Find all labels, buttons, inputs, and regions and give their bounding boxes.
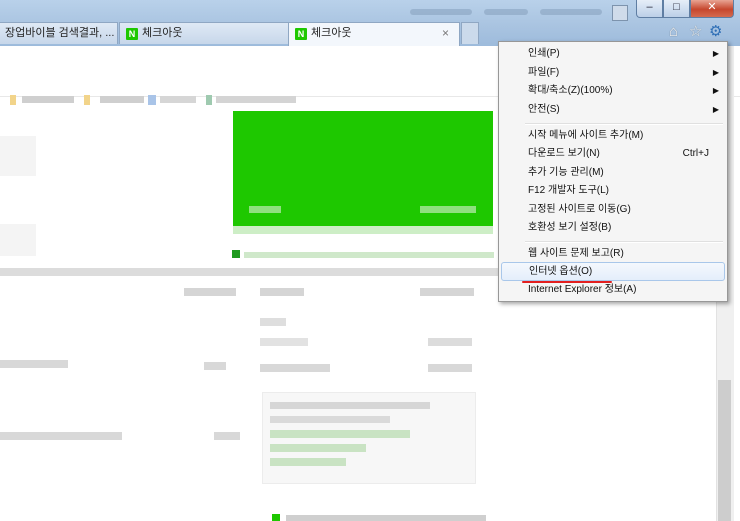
- blurred-text: [260, 338, 308, 346]
- menu-item-manage-addons[interactable]: 추가 기능 관리(M): [501, 163, 725, 182]
- blurred-text: [100, 96, 144, 103]
- favorites-star-icon[interactable]: ☆: [689, 24, 702, 40]
- blurred-element: [148, 95, 156, 105]
- shortcut-label: Ctrl+J: [682, 148, 709, 159]
- menu-item-label: 다운로드 보기(N): [528, 148, 600, 159]
- menu-separator: [525, 123, 723, 125]
- tab-checkout-active[interactable]: N 체크아웃 ×: [288, 22, 460, 46]
- blurred-text: [270, 416, 390, 423]
- submenu-arrow-icon: ▶: [712, 86, 719, 95]
- blurred-element: [84, 95, 90, 105]
- menu-item-pinned-sites[interactable]: 고정된 사이트로 이동(G): [501, 200, 725, 219]
- red-underline-annotation: [522, 281, 612, 283]
- tab-search-results[interactable]: 장업바이블 검색결과, ...: [0, 22, 118, 44]
- blurred-element: [206, 95, 212, 105]
- blurred-titlebar-text: [540, 9, 602, 15]
- menu-separator: [525, 241, 723, 243]
- tools-menu: 인쇄(P) ▶ 파일(F) ▶ 확대/축소(Z)(100%) ▶ 안전(S) ▶ 시작 …: [498, 41, 728, 302]
- naver-n-icon: N: [126, 28, 138, 40]
- blurred-block: [0, 224, 36, 256]
- green-banner-shadow: [233, 226, 493, 234]
- blurred-element: [232, 250, 240, 258]
- menu-item-label: 고정된 사이트로 이동(G): [528, 204, 631, 215]
- blurred-text: [214, 432, 240, 440]
- blurred-text: [184, 288, 236, 296]
- tab-label: 체크아웃: [311, 27, 352, 39]
- home-icon[interactable]: ⌂: [669, 24, 678, 40]
- blurred-text: [428, 364, 472, 372]
- blurred-text: [260, 288, 304, 296]
- menu-item-zoom[interactable]: 확대/축소(Z)(100%) ▶: [501, 81, 725, 100]
- blurred-text: [270, 402, 430, 409]
- menu-item-label: 확대/축소(Z)(100%): [528, 85, 613, 96]
- minimize-button[interactable]: –: [636, 0, 663, 18]
- blurred-titlebar-text: [484, 9, 528, 15]
- menu-item-label: Internet Explorer 정보(A): [528, 284, 637, 295]
- submenu-arrow-icon: ▶: [712, 49, 719, 58]
- menu-item-add-site-to-start[interactable]: 시작 메뉴에 사이트 추가(M): [501, 126, 725, 145]
- blurred-text: [260, 318, 286, 326]
- blurred-text: [0, 432, 122, 440]
- blurred-element: [272, 514, 280, 521]
- menu-item-view-downloads[interactable]: 다운로드 보기(N) Ctrl+J: [501, 144, 725, 163]
- blurred-banner-text: [420, 206, 476, 213]
- tools-gear-icon[interactable]: ⚙: [709, 24, 722, 40]
- blurred-text: [428, 338, 472, 346]
- submenu-arrow-icon: ▶: [712, 105, 719, 114]
- tab-close-icon[interactable]: ×: [442, 23, 449, 43]
- menu-item-label: 파일(F): [528, 67, 560, 78]
- menu-item-safety[interactable]: 안전(S) ▶: [501, 100, 725, 119]
- blurred-titlebar-text: [410, 9, 472, 15]
- menu-item-label: 시작 메뉴에 사이트 추가(M): [528, 130, 644, 141]
- blurred-green-text: [270, 444, 366, 452]
- maximize-button[interactable]: □: [663, 0, 690, 18]
- blurred-text: [22, 96, 74, 103]
- menu-item-label: 안전(S): [528, 104, 560, 115]
- blurred-text: [216, 96, 296, 103]
- tab-label: 체크아웃: [142, 27, 183, 39]
- menu-item-compat-view[interactable]: 호환성 보기 설정(B): [501, 218, 725, 237]
- menu-item-label: 추가 기능 관리(M): [528, 167, 604, 178]
- blurred-text: [0, 360, 68, 368]
- blurred-green-text: [270, 458, 346, 466]
- menu-item-label: 인터넷 옵션(O): [529, 266, 593, 277]
- tab-label: 장업바이블 검색결과, ...: [5, 27, 115, 39]
- blurred-text: [160, 96, 196, 103]
- blurred-text: [204, 362, 226, 370]
- browser-titlebar: – □ ✕ 장업바이블 검색결과, ... N 체크아웃 N 체크아웃 × ⌂ ☆ …: [0, 0, 740, 46]
- blurred-text: [244, 252, 494, 258]
- blurred-element: [10, 95, 16, 105]
- submenu-arrow-icon: ▶: [712, 68, 719, 77]
- menu-item-label: 인쇄(P): [528, 48, 560, 59]
- menu-item-label: 웹 사이트 문제 보고(R): [528, 248, 624, 259]
- pin-icon[interactable]: [612, 5, 628, 21]
- blurred-banner-text: [249, 206, 281, 213]
- blurred-footer-text: [286, 515, 486, 521]
- new-tab-button[interactable]: [461, 22, 479, 44]
- blurred-block: [0, 136, 36, 176]
- menu-item-file[interactable]: 파일(F) ▶: [501, 63, 725, 82]
- scrollbar-thumb[interactable]: [718, 380, 731, 521]
- blurred-green-text: [270, 430, 410, 438]
- naver-n-icon: N: [295, 28, 307, 40]
- menu-item-internet-options[interactable]: 인터넷 옵션(O): [501, 262, 725, 281]
- menu-item-label: 호환성 보기 설정(B): [528, 222, 612, 233]
- menu-item-report-problems[interactable]: 웹 사이트 문제 보고(R): [501, 244, 725, 263]
- blurred-text: [420, 288, 474, 296]
- tab-checkout-1[interactable]: N 체크아웃: [119, 22, 291, 44]
- close-button[interactable]: ✕: [690, 0, 734, 18]
- menu-item-print[interactable]: 인쇄(P) ▶: [501, 44, 725, 63]
- menu-item-f12-devtools[interactable]: F12 개발자 도구(L): [501, 181, 725, 200]
- menu-item-label: F12 개발자 도구(L): [528, 185, 610, 196]
- blurred-text: [260, 364, 330, 372]
- window-controls: – □ ✕: [636, 0, 734, 18]
